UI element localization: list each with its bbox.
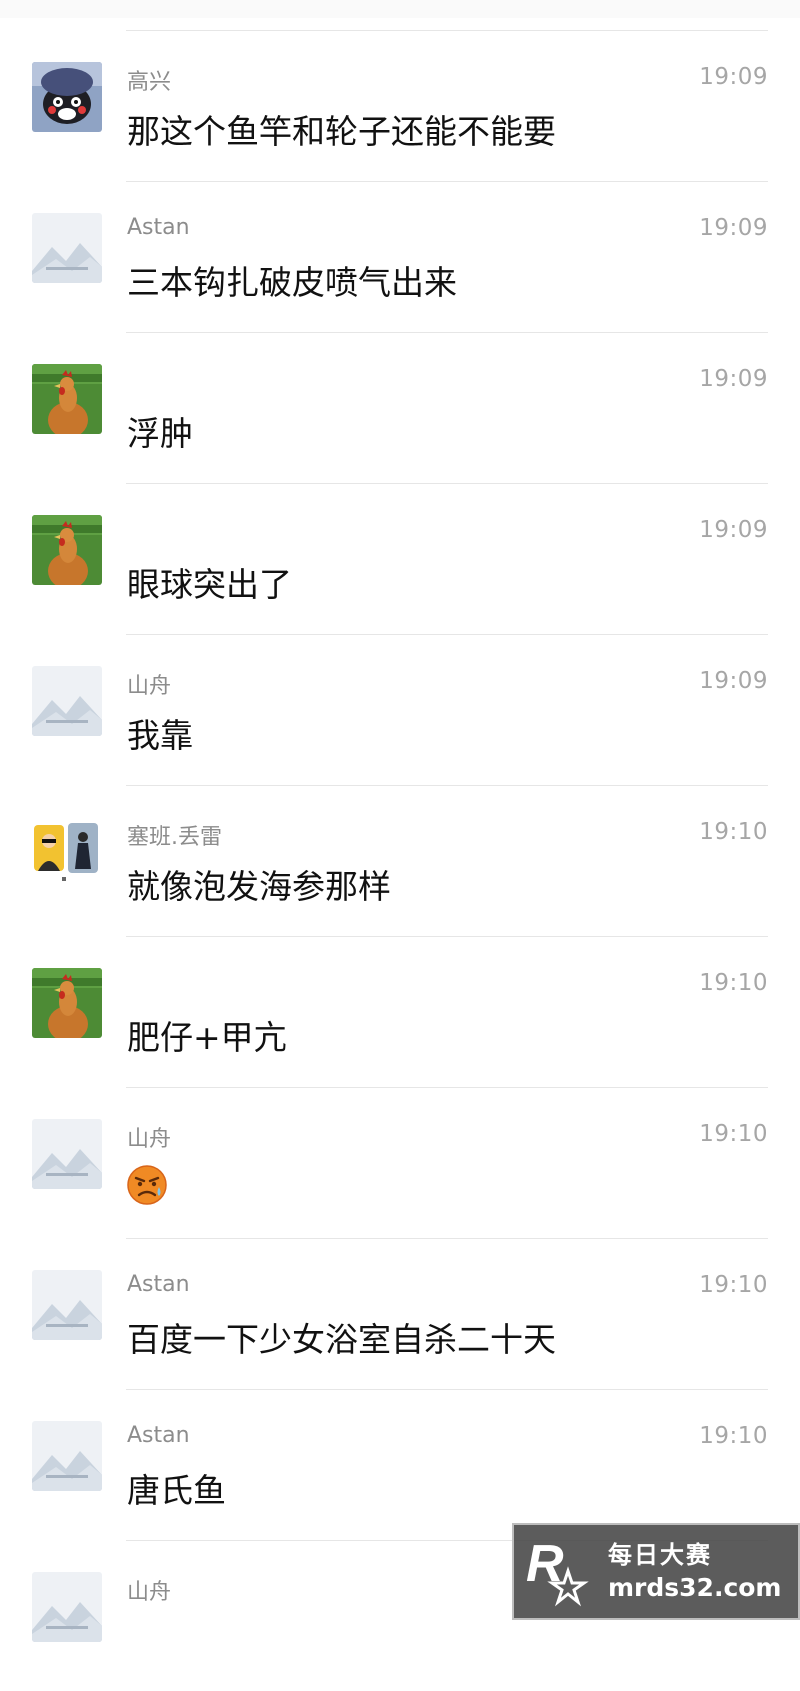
message-text: 浮肿 [127, 414, 193, 453]
message-time: 19:10 [699, 1272, 768, 1298]
sender-name: 山舟 [127, 1580, 172, 1605]
sender-name: 高兴 [127, 70, 172, 95]
chat-message-row[interactable]: 山舟 19:09 我靠 [0, 634, 800, 785]
placeholder-avatar[interactable] [32, 213, 102, 283]
chat-message-row[interactable]: 高兴 19:09 那这个鱼竿和轮子还能不能要 [0, 30, 800, 181]
message-time: 19:10 [699, 1423, 768, 1449]
chat-message-row[interactable]: 塞班.丢雷 19:10 就像泡发海参那样 [0, 785, 800, 936]
chat-message-row[interactable]: 山舟 19:10 [0, 1087, 800, 1238]
chat-message-row[interactable]: Astan 19:10 百度一下少女浴室自杀二十天 [0, 1238, 800, 1389]
chat-message-row[interactable]: 19:09 眼球突出了 [0, 483, 800, 634]
chat-message-row[interactable]: Astan 19:10 唐氏鱼 [0, 1389, 800, 1540]
message-time: 19:09 [699, 215, 768, 241]
sender-name: Astan [127, 1272, 190, 1297]
placeholder-avatar[interactable] [32, 1572, 102, 1642]
placeholder-avatar[interactable] [32, 1119, 102, 1189]
message-text: 那这个鱼竿和轮子还能不能要 [127, 112, 556, 151]
chat-message-row[interactable]: Astan 19:09 三本钩扎破皮喷气出来 [0, 181, 800, 332]
top-band [0, 0, 800, 18]
placeholder-avatar[interactable] [32, 666, 102, 736]
chat-history-list[interactable]: 高兴 19:09 那这个鱼竿和轮子还能不能要 Astan 19:09 三本钩扎破皮喷气出来… [0, 30, 800, 1691]
message-time: 19:09 [699, 366, 768, 392]
rooster-avatar[interactable] [32, 968, 102, 1038]
message-text: 三本钩扎破皮喷气出来 [127, 263, 457, 302]
sender-name: 山舟 [127, 1127, 172, 1152]
rooster-avatar[interactable] [32, 515, 102, 585]
chat-message-row[interactable]: 19:09 浮肿 [0, 332, 800, 483]
watermark-url: mrds32.com [608, 1573, 782, 1602]
chat-message-row[interactable]: 19:10 肥仔+甲亢 [0, 936, 800, 1087]
kumamon-avatar[interactable] [32, 62, 102, 132]
message-time: 19:10 [699, 1121, 768, 1147]
sender-name: Astan [127, 215, 190, 240]
placeholder-avatar[interactable] [32, 1421, 102, 1491]
message-text: 百度一下少女浴室自杀二十天 [127, 1320, 556, 1359]
message-text: 我靠 [127, 716, 193, 755]
message-text: 就像泡发海参那样 [127, 867, 391, 906]
message-time: 19:09 [699, 517, 768, 543]
sender-name: 塞班.丢雷 [127, 825, 222, 850]
awkward-face-emoji [127, 1165, 167, 1205]
group-avatar[interactable] [32, 817, 102, 887]
message-time: 19:10 [699, 970, 768, 996]
watermark-title: 每日大赛 [608, 1541, 712, 1569]
sender-name: Astan [127, 1423, 190, 1448]
watermark-logo-icon: R [526, 1535, 589, 1607]
message-time: 19:09 [699, 64, 768, 90]
message-text: 唐氏鱼 [127, 1471, 226, 1510]
message-time: 19:10 [699, 819, 768, 845]
message-text: 眼球突出了 [127, 565, 292, 604]
message-time: 19:09 [699, 668, 768, 694]
watermark: R 每日大赛 mrds32.com [512, 1523, 800, 1620]
sender-name: 山舟 [127, 674, 172, 699]
placeholder-avatar[interactable] [32, 1270, 102, 1340]
rooster-avatar[interactable] [32, 364, 102, 434]
message-text: 肥仔+甲亢 [127, 1018, 287, 1057]
